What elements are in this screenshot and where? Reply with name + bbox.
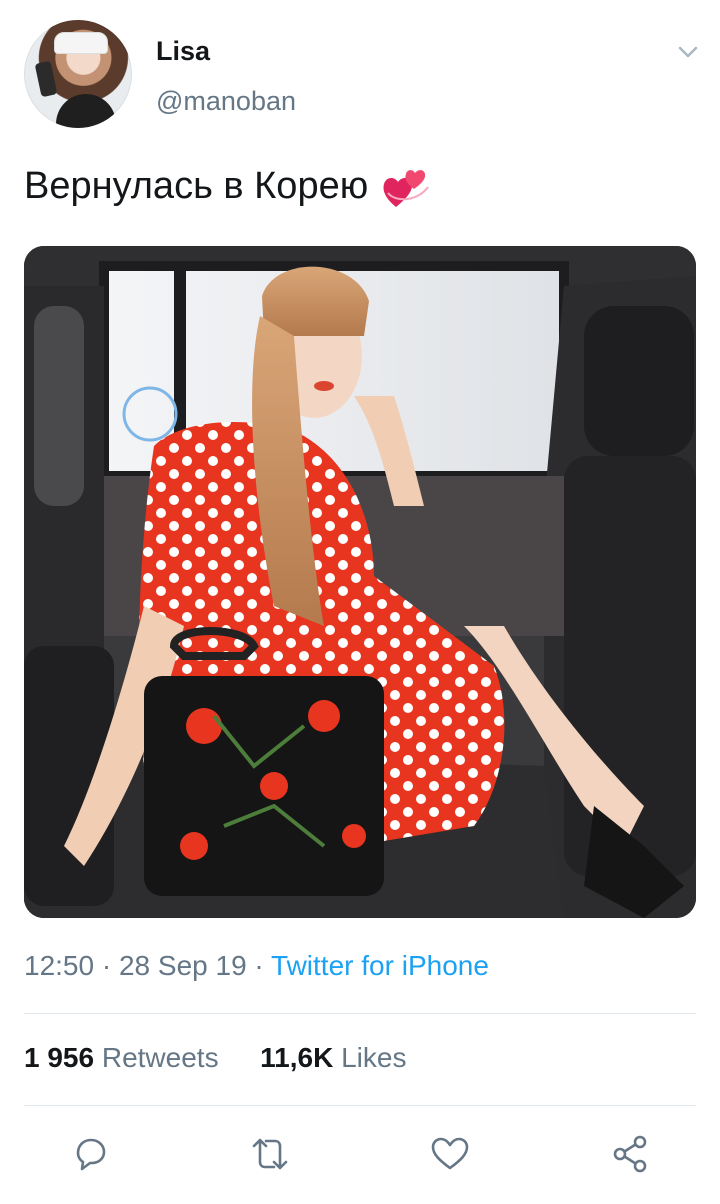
avatar[interactable] — [24, 20, 132, 128]
revolving-hearts-icon — [383, 170, 430, 207]
retweets-count: 1 956 — [24, 1042, 95, 1073]
avatar-hat — [54, 32, 108, 54]
share-icon — [613, 1135, 647, 1173]
likes-count: 11,6K — [260, 1042, 334, 1073]
tweet-text-content: Вернулась в Корею — [24, 164, 369, 207]
tweet-photo[interactable] — [24, 246, 696, 918]
likes-stat[interactable]: 11,6K Likes — [260, 1042, 406, 1073]
share-button[interactable] — [608, 1132, 652, 1176]
display-name[interactable]: Lisa — [156, 36, 210, 67]
avatar-phone — [34, 60, 58, 98]
tweet-header: Lisa @manoban — [0, 0, 720, 140]
reply-button[interactable] — [68, 1132, 112, 1176]
tweet-stats: 1 956 Retweets 11,6K Likes — [24, 1042, 406, 1074]
tweet-time: 12:50 — [24, 950, 95, 981]
retweet-button[interactable] — [248, 1132, 292, 1176]
retweets-stat[interactable]: 1 956 Retweets — [24, 1042, 226, 1073]
like-button[interactable] — [428, 1132, 472, 1176]
tweet-text: Вернулась в Корею — [24, 163, 432, 209]
tweet-source-link[interactable]: Twitter for iPhone — [271, 950, 489, 981]
meta-separator: · — [254, 950, 264, 981]
reply-icon — [76, 1138, 106, 1171]
avatar-body — [56, 94, 116, 128]
divider — [24, 1105, 696, 1106]
user-handle[interactable]: @manoban — [156, 86, 296, 117]
chevron-down-icon[interactable] — [676, 40, 700, 64]
meta-separator: · — [101, 950, 112, 981]
photo-illustration — [24, 246, 696, 918]
divider — [24, 1013, 696, 1014]
retweets-label: Retweets — [101, 1042, 219, 1073]
tweet-date: 28 Sep 19 — [118, 950, 247, 981]
retweet-icon — [252, 1138, 288, 1170]
likes-label: Likes — [341, 1042, 407, 1073]
like-icon — [431, 1137, 469, 1170]
tweet-meta: 12:50 · 28 Sep 19 · Twitter for iPhone — [24, 950, 489, 982]
tweet-actions — [0, 1124, 720, 1184]
